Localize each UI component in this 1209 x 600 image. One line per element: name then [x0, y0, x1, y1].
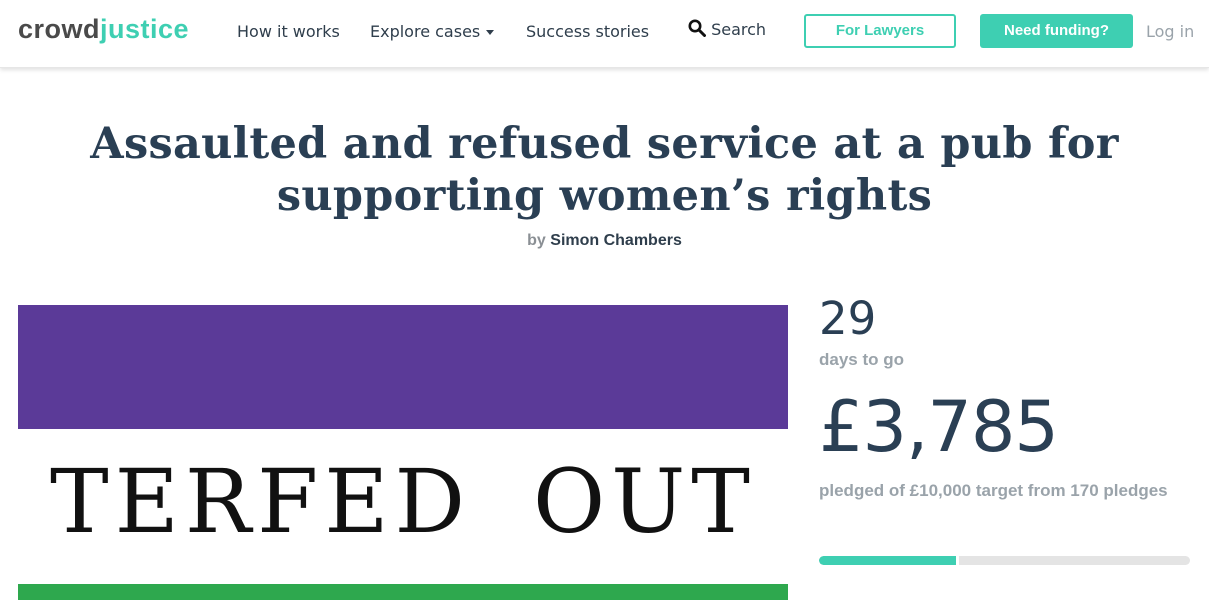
nav-search[interactable]: Search	[688, 19, 766, 39]
case-author-link[interactable]: Simon Chambers	[550, 232, 682, 249]
nav-success-stories[interactable]: Success stories	[526, 22, 649, 41]
need-funding-button[interactable]: Need funding?	[980, 14, 1133, 48]
nav-explore-cases[interactable]: Explore cases	[370, 22, 495, 41]
nav-how-it-works[interactable]: How it works	[237, 22, 340, 41]
log-in-link[interactable]: Log in	[1146, 22, 1194, 41]
nav-explore-cases-label: Explore cases	[370, 22, 481, 41]
search-icon	[688, 19, 706, 37]
case-byline: by Simon Chambers	[0, 232, 1209, 250]
for-lawyers-button[interactable]: For Lawyers	[804, 14, 956, 48]
pledged-summary: pledged of £10,000 target from 170 pledg…	[819, 481, 1168, 500]
days-remaining-label: days to go	[819, 350, 905, 369]
top-navbar: crowdjustice How it works Explore cases …	[0, 0, 1209, 68]
funding-progress-bar	[819, 556, 1190, 565]
hero-green-band	[18, 584, 788, 600]
nav-search-label: Search	[711, 20, 767, 39]
days-remaining-count: 29	[819, 292, 877, 345]
funding-progress-fill	[819, 556, 960, 565]
logo-part-crowd: crowd	[18, 14, 101, 44]
byline-prefix: by	[527, 232, 546, 249]
logo-part-justice: justice	[100, 14, 190, 44]
case-title: Assaulted and refused service at a pub f…	[90, 119, 1119, 221]
hero-image-text: TERFED OUT	[49, 450, 757, 553]
case-hero-image: TERFED OUT	[18, 305, 788, 600]
caret-down-icon	[486, 30, 495, 35]
crowdjustice-logo[interactable]: crowdjustice	[18, 14, 189, 45]
amount-pledged: £3,785	[819, 386, 1059, 468]
hero-purple-band	[18, 305, 788, 429]
